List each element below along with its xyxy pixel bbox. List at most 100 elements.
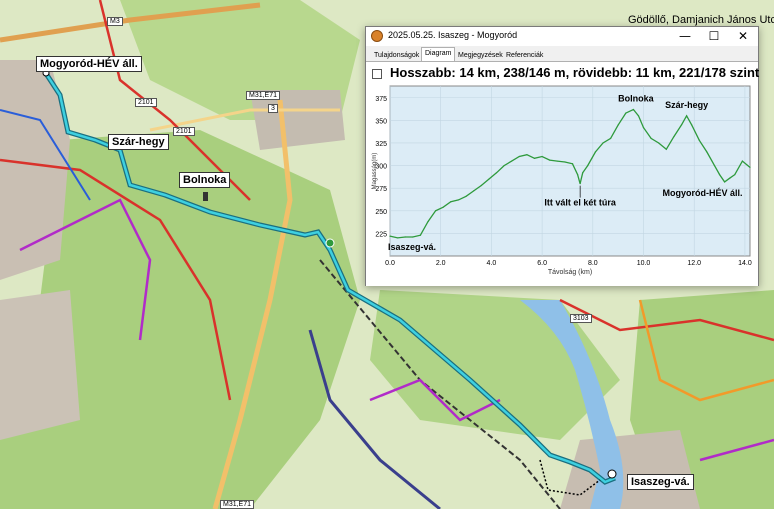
elevation-point xyxy=(511,160,513,162)
road-badge-2101: 2101 xyxy=(135,98,157,107)
x-tick-label: 14.0 xyxy=(738,260,752,267)
elevation-point xyxy=(741,160,743,162)
elevation-point xyxy=(637,115,640,117)
close-button[interactable]: ✕ xyxy=(729,27,757,46)
road-badge-m3: M3 xyxy=(107,17,123,26)
elevation-point xyxy=(632,108,634,111)
elevation-point xyxy=(713,164,716,167)
urban-area xyxy=(560,430,700,509)
elevation-point xyxy=(729,177,731,179)
elevation-point xyxy=(617,124,619,126)
map-label-szar-hegy: Szár-hegy xyxy=(108,134,169,150)
chart-annotation: Szár-hegy xyxy=(665,100,708,110)
minimize-button[interactable]: — xyxy=(671,27,699,46)
elevation-point xyxy=(389,235,391,237)
elevation-point xyxy=(686,115,688,117)
x-axis-label: Távolság (km) xyxy=(548,269,592,276)
y-tick-label: 375 xyxy=(375,96,387,103)
y-axis-label: Magasság(m) xyxy=(372,153,378,190)
waypoint-icon xyxy=(203,192,208,201)
elevation-point xyxy=(680,124,683,126)
compare-checkbox[interactable] xyxy=(372,69,382,79)
bus-stop-label: Gödöllő, Damjanich János Utca xyxy=(628,14,774,26)
elevation-point xyxy=(533,157,536,159)
diagram-headline: Hosszabb: 14 km, 238/146 m, rövidebb: 11… xyxy=(390,65,760,80)
elevation-point xyxy=(602,142,604,144)
y-tick-label: 350 xyxy=(375,118,387,125)
road-badge-3: 3 xyxy=(268,104,278,113)
road-badge-2101b: 2101 xyxy=(173,127,195,136)
elevation-point xyxy=(404,236,406,238)
elevation-point xyxy=(503,164,505,167)
map-label-mogyorod: Mogyoród-HÉV áll. xyxy=(36,56,142,72)
elevation-point xyxy=(698,139,700,141)
profile-window[interactable]: 2025.05.25. Isaszeg - Mogyoród — ☐ ✕ Tul… xyxy=(365,26,759,286)
y-tick-label: 250 xyxy=(375,209,387,216)
elevation-point xyxy=(518,155,520,158)
diagram-panel: Hosszabb: 14 km, 238/146 m, rövidebb: 11… xyxy=(366,61,760,286)
elevation-point xyxy=(419,234,422,236)
tab-diagram[interactable]: Diagram xyxy=(421,47,456,62)
elevation-point xyxy=(577,174,579,176)
elevation-point xyxy=(579,183,581,185)
elevation-point xyxy=(442,206,444,208)
elevation-point xyxy=(457,199,460,201)
elevation-point xyxy=(625,112,627,114)
elevation-point xyxy=(642,126,645,129)
plot-area xyxy=(389,85,751,257)
elevation-point xyxy=(541,155,543,158)
x-tick-label: 10.0 xyxy=(637,260,651,267)
elevation-chart: 2252502753003253503750.0 2.0 4.0 6.0 8.0 10.0… xyxy=(372,85,752,276)
y-tick-label: 225 xyxy=(375,231,387,238)
urban-area xyxy=(0,290,80,440)
elevation-point xyxy=(488,178,490,180)
elevation-point xyxy=(658,142,660,144)
waypoint-icon xyxy=(325,238,335,248)
window-titlebar[interactable]: 2025.05.25. Isaszeg - Mogyoród — ☐ ✕ xyxy=(366,27,758,46)
elevation-point xyxy=(734,174,736,176)
elevation-point xyxy=(691,124,693,126)
tab-bar: Tulajdonságok Diagram Megjegyzések Refer… xyxy=(366,47,758,62)
y-tick-label: 325 xyxy=(375,141,387,148)
maximize-button[interactable]: ☐ xyxy=(700,27,728,46)
x-tick-label: 12.0 xyxy=(687,260,701,267)
elevation-point xyxy=(556,160,558,162)
elevation-point xyxy=(480,184,482,187)
app-icon xyxy=(371,30,383,42)
x-tick-label: 4.0 xyxy=(487,260,497,267)
waypoint-icon xyxy=(607,469,617,479)
x-tick-label: 6.0 xyxy=(537,260,547,267)
elevation-point xyxy=(650,137,652,140)
road-badge-m31b: M31,E71 xyxy=(220,500,255,509)
chart-annotation: Itt vált el két túra xyxy=(544,198,617,208)
elevation-point xyxy=(718,174,721,176)
x-tick-label: 2.0 xyxy=(436,260,446,267)
elevation-point xyxy=(435,210,437,212)
elevation-point xyxy=(665,148,667,150)
elevation-point xyxy=(465,195,467,197)
elevation-point xyxy=(526,154,528,156)
elevation-point xyxy=(706,151,708,153)
map-label-isaszeg: Isaszeg-vá. xyxy=(627,474,694,490)
elevation-point xyxy=(564,161,566,163)
elevation-point xyxy=(587,164,589,167)
elevation-point xyxy=(673,136,675,138)
elevation-point xyxy=(594,151,596,153)
elevation-point xyxy=(427,221,429,223)
x-tick-label: 0.0 xyxy=(385,260,395,267)
elevation-point xyxy=(749,166,751,168)
window-title: 2025.05.25. Isaszeg - Mogyoród xyxy=(388,30,518,40)
elevation-point xyxy=(609,137,612,140)
x-tick-label: 8.0 xyxy=(588,260,598,267)
elevation-point xyxy=(582,172,584,174)
chart-annotation: Bolnoka xyxy=(618,94,654,104)
road-badge-3103: 3103 xyxy=(570,314,592,323)
elevation-point xyxy=(397,237,399,239)
elevation-point xyxy=(571,163,574,165)
elevation-point xyxy=(549,159,551,161)
elevation-point xyxy=(473,190,475,192)
elevation-point xyxy=(450,201,452,203)
road-badge-m31: M31,E71 xyxy=(246,91,281,100)
chart-annotation: Isaszeg-vá. xyxy=(388,242,436,252)
elevation-point xyxy=(495,172,498,174)
